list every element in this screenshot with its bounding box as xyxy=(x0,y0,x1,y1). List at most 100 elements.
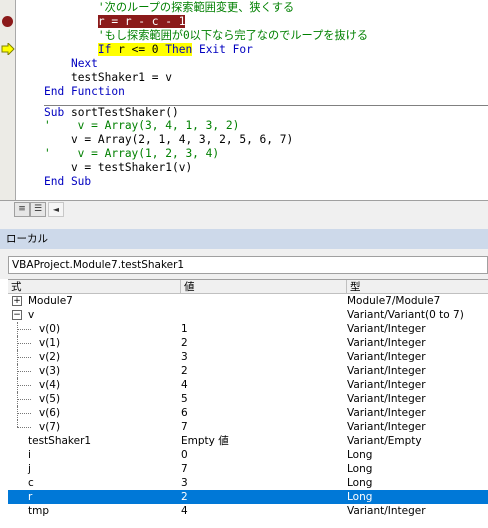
column-header-value[interactable]: 値 xyxy=(181,280,347,294)
expression-label: tmp xyxy=(28,505,50,517)
call-stack-context[interactable]: VBAProject.Module7.testShaker1 xyxy=(8,256,488,274)
breakpoint-statement: r = r - c - 1 xyxy=(97,15,186,28)
locals-row[interactable]: v(4) 4 Variant/Integer xyxy=(8,378,488,392)
expression-cell: + Module7 xyxy=(8,294,180,308)
comment-text: '次のループの探索範囲変更、狭くする xyxy=(97,1,295,14)
scroll-left-button[interactable]: ◄ xyxy=(48,202,64,217)
expression-cell: i xyxy=(8,448,180,462)
locals-row[interactable]: v(6) 6 Variant/Integer xyxy=(8,406,488,420)
type-cell: Long xyxy=(347,491,373,503)
value-cell[interactable]: 2 xyxy=(181,364,347,378)
margin-indicator-bar[interactable] xyxy=(0,0,16,200)
tree-line xyxy=(17,399,31,400)
value-cell[interactable]: 4 xyxy=(181,378,347,392)
full-module-view-button[interactable]: ☰ xyxy=(30,202,46,217)
column-header-expression[interactable]: 式 xyxy=(8,280,181,294)
value-cell[interactable]: 7 xyxy=(181,420,347,434)
expression-label: testShaker1 xyxy=(28,435,92,447)
code-line: Next xyxy=(70,57,98,70)
code-lines[interactable]: '次のループの探索範囲変更、狭くする r = r - c - 1 'もし探索範囲… xyxy=(44,1,488,189)
type-cell: Variant/Empty xyxy=(347,435,422,447)
type-cell: Long xyxy=(347,449,373,461)
locals-row[interactable]: v(1) 2 Variant/Integer xyxy=(8,336,488,350)
tree-line xyxy=(17,371,31,372)
type-cell: Variant/Integer xyxy=(347,407,426,419)
locals-row[interactable]: c 3 Long xyxy=(8,476,488,490)
type-cell: Variant/Variant(0 to 7) xyxy=(347,309,464,321)
column-header-type[interactable]: 型 xyxy=(347,280,488,294)
tree-line xyxy=(17,420,18,427)
expression-label: v(5) xyxy=(39,393,61,405)
expression-cell: v(4) xyxy=(8,378,180,392)
type-cell: Long xyxy=(347,463,373,475)
locals-window-title[interactable]: ローカル xyxy=(0,229,488,249)
expression-label: v(0) xyxy=(39,323,61,335)
type-cell: Long xyxy=(347,477,373,489)
code-editor[interactable]: '次のループの探索範囲変更、狭くする r = r - c - 1 'もし探索範囲… xyxy=(0,0,488,220)
expression-label: v(4) xyxy=(39,379,61,391)
value-cell[interactable] xyxy=(181,308,347,322)
expression-label: v(2) xyxy=(39,351,61,363)
expression-cell: j xyxy=(8,462,180,476)
tree-line xyxy=(17,413,31,414)
expression-cell: tmp xyxy=(8,504,180,518)
locals-row-selected[interactable]: r 2 Long xyxy=(8,490,488,504)
value-cell[interactable]: 2 xyxy=(181,336,347,350)
value-cell[interactable]: 3 xyxy=(181,350,347,364)
locals-grid[interactable]: 式 値 型 + Module7 Module7/Module7 − v Variant/V… xyxy=(8,279,488,528)
locals-row[interactable]: v(7) 7 Variant/Integer xyxy=(8,420,488,434)
expression-label: c xyxy=(28,477,34,489)
locals-row[interactable]: v(0) 1 Variant/Integer xyxy=(8,322,488,336)
locals-row[interactable]: v(2) 3 Variant/Integer xyxy=(8,350,488,364)
code-line: ' v = Array(3, 4, 1, 3, 2) xyxy=(44,119,240,132)
type-cell: Variant/Integer xyxy=(347,365,426,377)
code-line-breakpoint: r = r - c - 1 xyxy=(44,15,488,29)
expression-cell: v(7) xyxy=(8,420,180,434)
type-cell: Variant/Integer xyxy=(347,393,426,405)
value-cell[interactable]: 4 xyxy=(181,504,347,518)
locals-row[interactable]: j 7 Long xyxy=(8,462,488,476)
expression-label: i xyxy=(28,449,31,461)
procedure-view-button[interactable]: ≡ xyxy=(14,202,30,217)
value-cell[interactable] xyxy=(181,294,347,308)
code-line: Sub sortTestShaker() xyxy=(44,105,488,119)
type-cell: Module7/Module7 xyxy=(347,295,441,307)
tree-line xyxy=(17,385,31,386)
expression-cell: testShaker1 xyxy=(8,434,180,448)
code-line-current: If r <= 0 Then Exit For xyxy=(97,43,253,56)
expression-label: v(3) xyxy=(39,365,61,377)
locals-row[interactable]: tmp 4 Variant/Integer xyxy=(8,504,488,518)
locals-row[interactable]: i 0 Long xyxy=(8,448,488,462)
value-cell[interactable]: Empty 値 xyxy=(181,434,347,448)
value-cell[interactable]: 6 xyxy=(181,406,347,420)
execution-arrow-icon xyxy=(1,43,15,55)
code-line: v = Array(2, 1, 4, 3, 2, 5, 6, 7) xyxy=(70,133,294,146)
code-horizontal-scrollbar[interactable]: ≡ ☰ ◄ xyxy=(0,200,488,217)
value-cell[interactable]: 0 xyxy=(181,448,347,462)
comment-text: 'もし探索範囲が0以下なら完了なのでループを抜ける xyxy=(97,29,369,42)
value-cell[interactable]: 1 xyxy=(181,322,347,336)
value-cell[interactable]: 3 xyxy=(181,476,347,490)
expression-cell: r xyxy=(8,490,180,504)
value-cell[interactable]: 5 xyxy=(181,392,347,406)
locals-row[interactable]: v(5) 5 Variant/Integer xyxy=(8,392,488,406)
collapse-icon[interactable]: − xyxy=(12,310,22,320)
expression-label: Module7 xyxy=(28,295,73,307)
locals-context-bar: VBAProject.Module7.testShaker1 xyxy=(0,249,488,279)
locals-row[interactable]: v(3) 2 Variant/Integer xyxy=(8,364,488,378)
code-line: v = testShaker1(v) xyxy=(70,161,193,174)
value-cell[interactable]: 2 xyxy=(181,490,347,504)
code-line: 'もし探索範囲が0以下なら完了なのでループを抜ける xyxy=(44,29,488,43)
code-line: ' v = Array(1, 2, 3, 4) xyxy=(44,147,220,160)
breakpoint-icon[interactable] xyxy=(2,16,13,27)
splitter[interactable] xyxy=(0,217,488,229)
type-cell: Variant/Integer xyxy=(347,323,426,335)
value-cell[interactable]: 7 xyxy=(181,462,347,476)
type-cell: Variant/Integer xyxy=(347,379,426,391)
code-line: End Function xyxy=(44,85,125,98)
locals-row[interactable]: − v Variant/Variant(0 to 7) xyxy=(8,308,488,322)
expression-cell: v(1) xyxy=(8,336,180,350)
expand-icon[interactable]: + xyxy=(12,296,22,306)
locals-row[interactable]: testShaker1 Empty 値 Variant/Empty xyxy=(8,434,488,448)
locals-row[interactable]: + Module7 Module7/Module7 xyxy=(8,294,488,308)
